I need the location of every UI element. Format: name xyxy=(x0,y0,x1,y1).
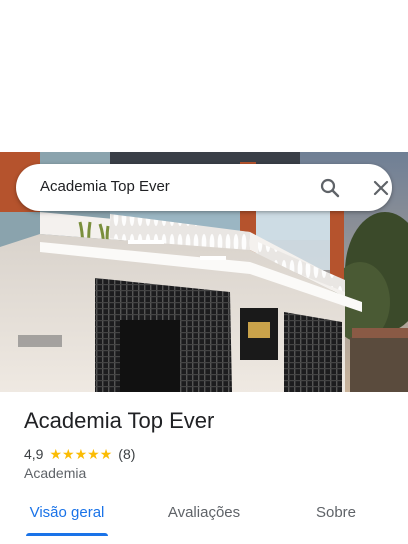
search-bar[interactable]: Academia Top Ever xyxy=(16,164,392,211)
tab-bar: Visão geral Avaliações Sobre xyxy=(0,496,408,544)
star-icon: ★ xyxy=(74,446,88,462)
search-input[interactable]: Academia Top Ever xyxy=(40,178,170,195)
map-blank-area xyxy=(0,0,408,152)
tab-reviews[interactable]: Avaliações xyxy=(154,496,254,536)
rating-stars: ★ ★ ★ ★ ★ xyxy=(49,447,112,461)
rating-value: 4,9 xyxy=(24,446,44,462)
active-tab-indicator xyxy=(26,533,108,536)
place-category[interactable]: Academia xyxy=(24,465,86,481)
rating-row[interactable]: 4,9 ★ ★ ★ ★ ★ (8) xyxy=(24,445,135,463)
star-icon: ★ xyxy=(99,446,113,462)
review-count: (8) xyxy=(118,446,136,462)
star-icon: ★ xyxy=(87,446,100,462)
search-icon[interactable] xyxy=(318,176,342,200)
tab-about[interactable]: Sobre xyxy=(300,496,372,536)
tab-overview[interactable]: Visão geral xyxy=(22,496,112,536)
star-icon: ★ xyxy=(62,446,75,462)
star-icon: ★ xyxy=(49,446,63,462)
place-title: Academia Top Ever xyxy=(24,408,215,433)
close-icon[interactable] xyxy=(369,176,393,200)
